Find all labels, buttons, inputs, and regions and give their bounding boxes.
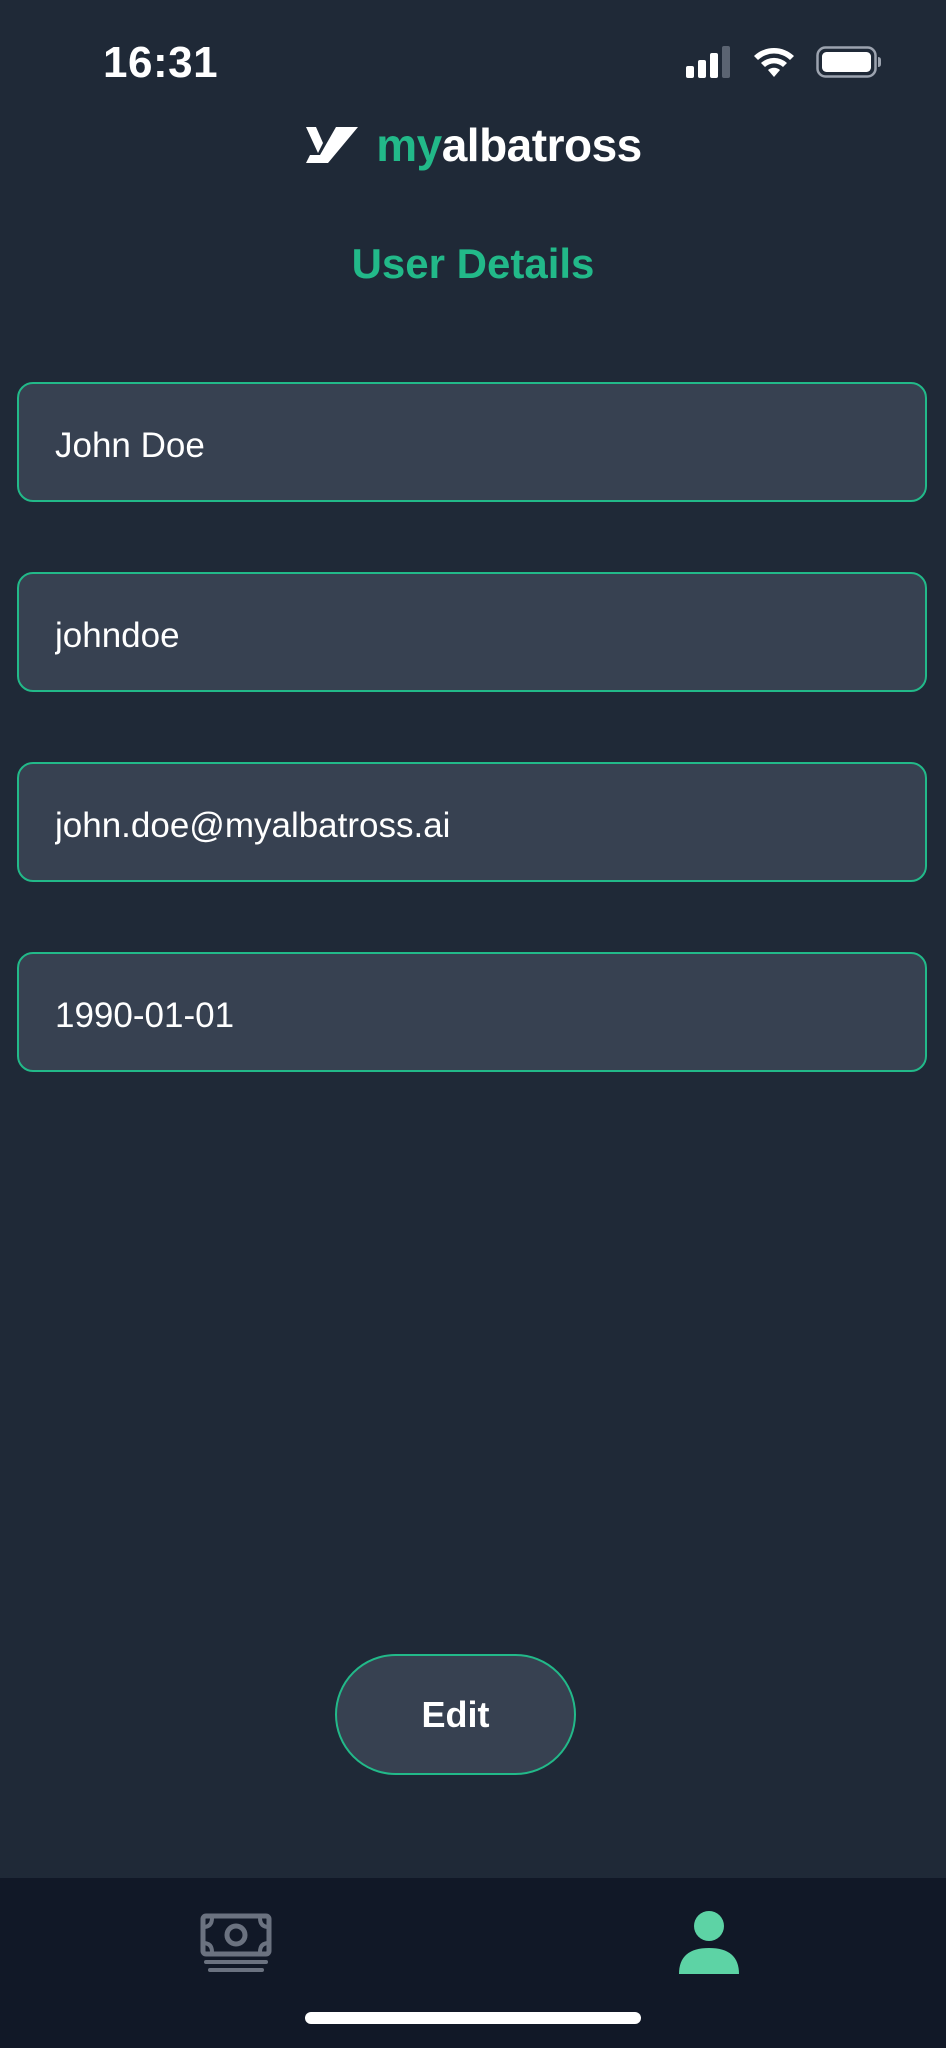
wifi-icon (754, 48, 794, 77)
edit-button[interactable]: Edit (335, 1654, 576, 1775)
full-name-input[interactable] (55, 426, 925, 466)
username-field[interactable] (17, 572, 927, 692)
albatross-logo-icon (306, 127, 359, 163)
tab-payments[interactable] (176, 1888, 296, 1998)
full-name-field[interactable] (17, 382, 927, 502)
battery-icon (816, 46, 881, 78)
birthdate-input[interactable] (55, 996, 925, 1036)
home-indicator[interactable] (305, 2012, 641, 2024)
brand-name-accent: my (376, 119, 442, 171)
birthdate-field[interactable] (17, 952, 927, 1072)
brand-name-rest: albatross (441, 119, 643, 171)
tab-bar (0, 1878, 946, 2048)
username-input[interactable] (55, 616, 925, 656)
status-icons (686, 46, 882, 78)
app-header: myalbatross (0, 115, 946, 175)
page-title: User Details (351, 240, 595, 287)
email-input[interactable] (55, 806, 925, 846)
money-icon (200, 1913, 272, 1972)
brand-name: myalbatross (376, 118, 642, 172)
status-bar: 16:31 (0, 0, 946, 120)
user-icon (679, 1911, 739, 1974)
cellular-signal-icon (686, 46, 730, 78)
email-field[interactable] (17, 762, 927, 882)
tab-profile[interactable] (649, 1888, 769, 1998)
status-time: 16:31 (103, 38, 219, 87)
